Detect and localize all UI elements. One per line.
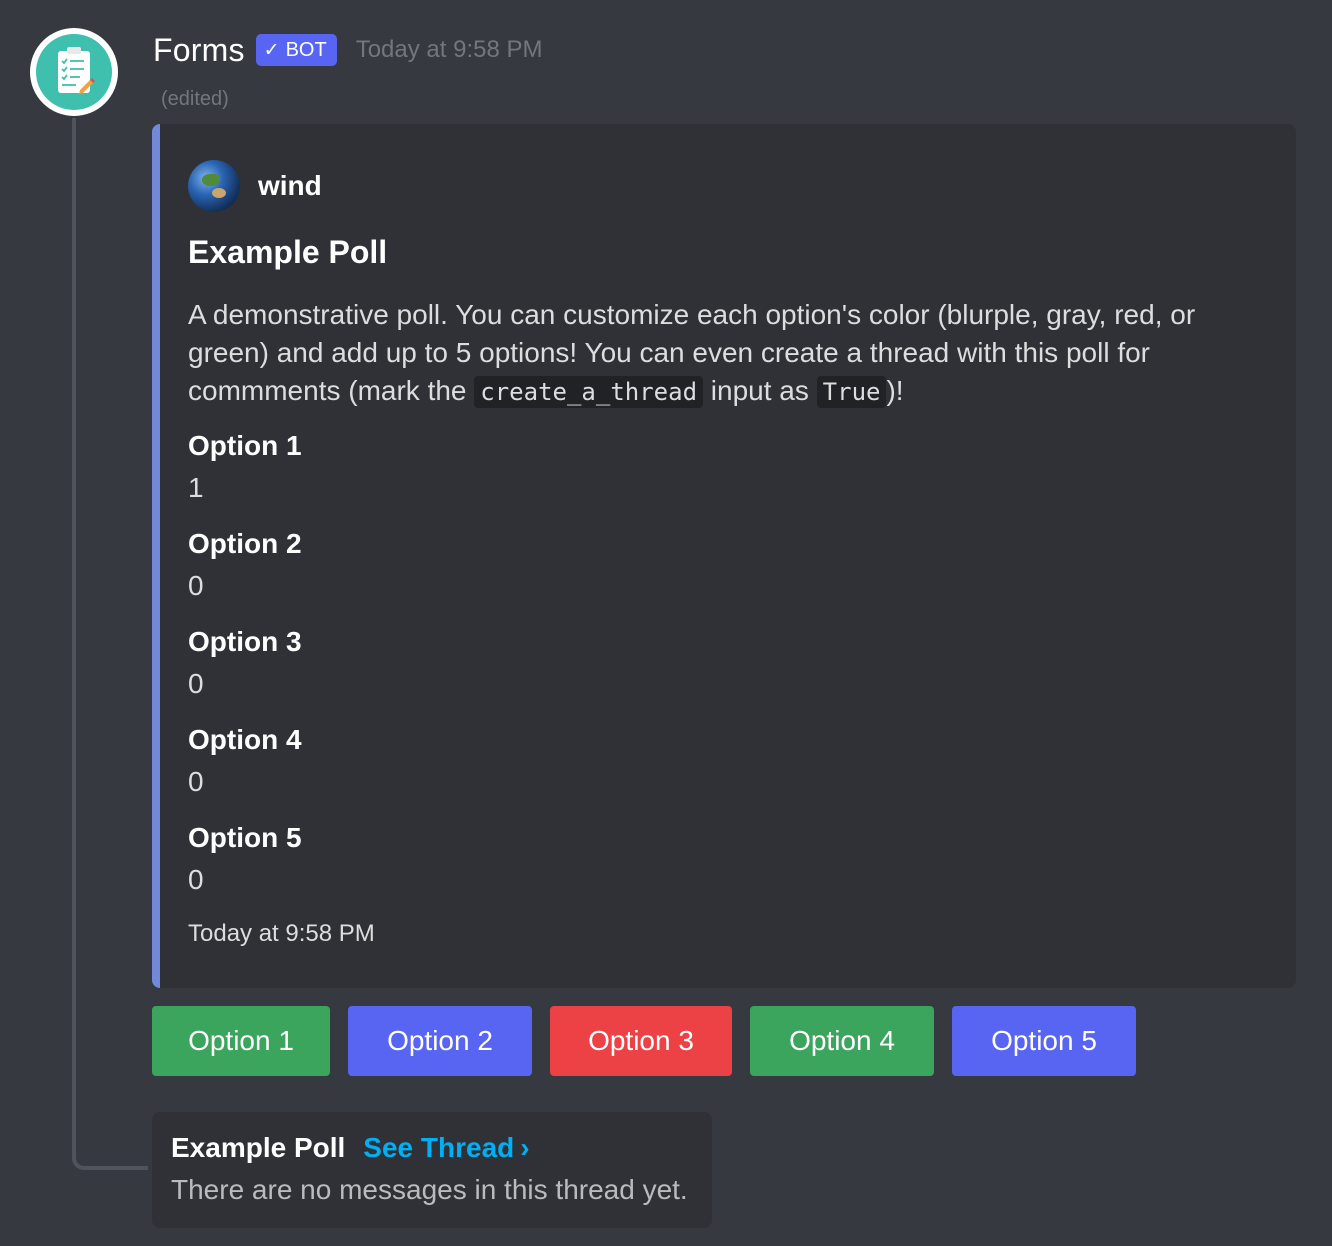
thread-name: Example Poll xyxy=(171,1132,346,1163)
form-checklist-icon xyxy=(36,34,112,110)
option-5-button[interactable]: Option 5 xyxy=(952,1006,1136,1076)
thread-title-row: Example Poll See Thread › xyxy=(171,1132,530,1164)
bot-message: Forms ✓ BOT Today at 9:58 PM (edited) wi… xyxy=(0,0,1332,1246)
see-thread-link[interactable]: See Thread › xyxy=(363,1132,529,1164)
verified-check-icon: ✓ xyxy=(263,39,280,61)
message-timestamp[interactable]: Today at 9:58 PM xyxy=(356,36,543,64)
field-value: 0 xyxy=(188,766,204,797)
thread-preview-card[interactable]: Example Poll See Thread › There are no me… xyxy=(152,1112,712,1228)
message-header: Forms ✓ BOT Today at 9:58 PM xyxy=(153,28,542,72)
field-value: 0 xyxy=(188,570,204,601)
description-text: input as xyxy=(703,375,817,406)
embed-field: Option 5 0 xyxy=(188,820,302,900)
description-text: )! xyxy=(886,375,904,406)
embed-field: Option 1 1 xyxy=(188,428,302,508)
inline-code: True xyxy=(816,376,887,408)
edited-label: (edited) xyxy=(161,88,229,110)
field-name: Option 2 xyxy=(188,528,302,559)
poll-embed: wind Example Poll A demonstrative poll. … xyxy=(152,124,1296,988)
field-name: Option 1 xyxy=(188,430,302,461)
chevron-right-icon: › xyxy=(520,1132,530,1163)
field-name: Option 5 xyxy=(188,822,302,853)
embed-author-name: wind xyxy=(258,170,322,201)
option-4-button[interactable]: Option 4 xyxy=(750,1006,934,1076)
field-value: 0 xyxy=(188,864,204,895)
bot-badge: ✓ BOT xyxy=(255,34,337,66)
option-2-button[interactable]: Option 2 xyxy=(348,1006,532,1076)
embed-field: Option 3 0 xyxy=(188,624,302,704)
bot-badge-label: BOT xyxy=(285,38,327,61)
field-name: Option 4 xyxy=(188,724,302,755)
field-value: 1 xyxy=(188,472,204,503)
bot-avatar[interactable] xyxy=(30,28,118,116)
embed-field: Option 2 0 xyxy=(188,526,302,606)
username[interactable]: Forms xyxy=(153,32,245,69)
embed-title: Example Poll xyxy=(188,234,388,270)
inline-code: create_a_thread xyxy=(474,376,704,408)
field-value: 0 xyxy=(188,668,204,699)
earth-icon xyxy=(188,160,240,212)
embed-author: wind xyxy=(188,160,322,212)
thread-connector-line xyxy=(72,118,148,1170)
embed-footer-timestamp: Today at 9:58 PM xyxy=(188,920,375,947)
option-1-button[interactable]: Option 1 xyxy=(152,1006,330,1076)
option-3-button[interactable]: Option 3 xyxy=(550,1006,732,1076)
field-name: Option 3 xyxy=(188,626,302,657)
thread-empty-text: There are no messages in this thread yet… xyxy=(171,1174,688,1205)
embed-description: A demonstrative poll. You can customize … xyxy=(188,296,1268,411)
embed-field: Option 4 0 xyxy=(188,722,302,802)
see-thread-label: See Thread xyxy=(363,1132,515,1163)
